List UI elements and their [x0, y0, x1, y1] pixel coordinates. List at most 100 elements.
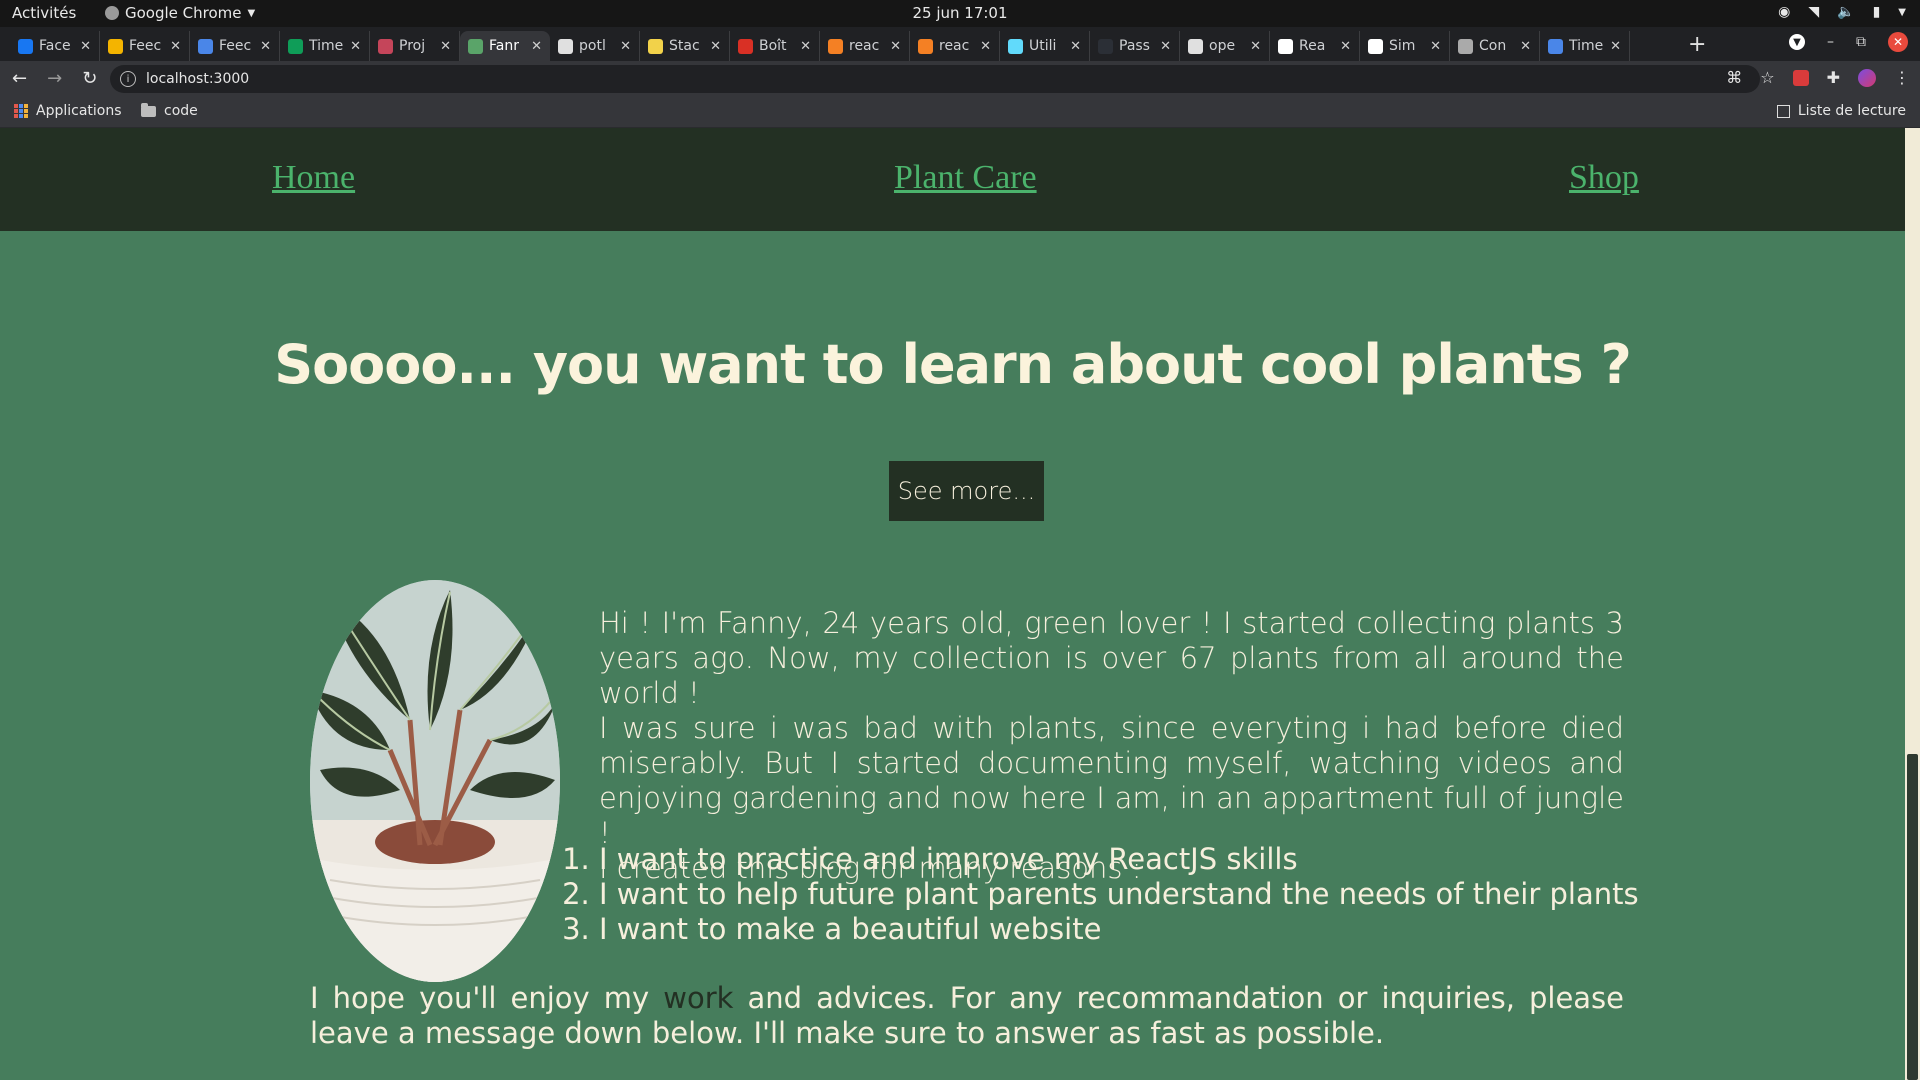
- tab-favicon-icon: [288, 38, 303, 54]
- tab-title: Stac: [669, 38, 700, 54]
- tab-active[interactable]: Fanr ✕: [460, 31, 550, 61]
- browser-tab[interactable]: Pass ✕: [1090, 31, 1180, 61]
- closing-paragraph: I hope you'll enjoy my work and advices.…: [310, 981, 1624, 1051]
- tab-close-icon[interactable]: ✕: [1610, 39, 1621, 54]
- browser-tab[interactable]: reac ✕: [820, 31, 910, 61]
- volume-icon[interactable]: 🔈: [1837, 4, 1854, 20]
- tab-close-icon[interactable]: ✕: [980, 39, 991, 54]
- translate-icon[interactable]: ⌘: [1726, 68, 1742, 87]
- tab-favicon-icon: [1278, 38, 1293, 54]
- kebab-menu-icon[interactable]: ⋮: [1894, 68, 1910, 87]
- tab-favicon-icon: [558, 38, 573, 54]
- discord-icon[interactable]: ◉: [1778, 4, 1790, 20]
- tab-title: Rea: [1299, 38, 1326, 54]
- browser-tab[interactable]: ope ✕: [1180, 31, 1270, 61]
- browser-tab[interactable]: Rea ✕: [1270, 31, 1360, 61]
- address-bar-url[interactable]: localhost:3000: [146, 71, 249, 87]
- tab-close-icon[interactable]: ✕: [170, 39, 181, 54]
- tab-favicon-icon: [198, 38, 213, 54]
- tab-close-icon[interactable]: ✕: [1340, 39, 1351, 54]
- browser-tab[interactable]: Con ✕: [1450, 31, 1540, 61]
- tab-search-icon[interactable]: ▼: [1789, 34, 1805, 50]
- site-info-icon[interactable]: i: [120, 71, 136, 87]
- tab-title: Time: [309, 38, 344, 54]
- tab-title: ope: [1209, 38, 1236, 54]
- reload-button[interactable]: ↻: [82, 68, 97, 89]
- forward-button[interactable]: →: [47, 68, 62, 89]
- browser-tab[interactable]: Sim ✕: [1360, 31, 1450, 61]
- tab-close-icon[interactable]: ✕: [620, 39, 631, 54]
- browser-tab[interactable]: Face ✕: [10, 31, 100, 61]
- bookmark-star-icon[interactable]: ☆: [1760, 68, 1774, 87]
- tab-close-icon[interactable]: ✕: [1250, 39, 1261, 54]
- minimize-button[interactable]: –: [1827, 34, 1834, 50]
- browser-tab[interactable]: Feec ✕: [190, 31, 280, 61]
- tab-close-icon[interactable]: ✕: [1430, 39, 1441, 54]
- browser-tab[interactable]: Stac ✕: [640, 31, 730, 61]
- tab-title: Fanr: [489, 38, 519, 54]
- tab-title: Pass: [1119, 38, 1150, 54]
- tab-close-icon[interactable]: ✕: [1070, 39, 1081, 54]
- browser-tab[interactable]: Utili ✕: [1000, 31, 1090, 61]
- tab-close-icon[interactable]: ✕: [710, 39, 721, 54]
- tab-title: reac: [849, 38, 880, 54]
- scrollbar-thumb[interactable]: [1907, 754, 1918, 1080]
- bookmark-folder-code[interactable]: code: [141, 102, 198, 119]
- maximize-button[interactable]: ⧉: [1856, 34, 1866, 50]
- tab-close-icon[interactable]: ✕: [440, 39, 451, 54]
- see-more-button[interactable]: See more...: [889, 461, 1044, 521]
- system-top-bar: Activités Google Chrome ▼ 25 jun 17:01 ◉…: [0, 0, 1920, 27]
- apps-grid-icon: [14, 104, 28, 118]
- tab-close-icon[interactable]: ✕: [1160, 39, 1171, 54]
- tab-close-icon[interactable]: ✕: [80, 39, 91, 54]
- new-tab-button[interactable]: +: [1688, 32, 1706, 57]
- tab-close-icon[interactable]: ✕: [350, 39, 361, 54]
- reading-list-label: Liste de lecture: [1797, 103, 1906, 119]
- battery-icon[interactable]: ▮: [1873, 4, 1881, 20]
- window-controls: ▼ – ⧉ ✕: [1789, 32, 1908, 52]
- address-bar[interactable]: i localhost:3000: [110, 65, 1760, 93]
- list-item: I want to help future plant parents unde…: [599, 877, 1639, 912]
- list-item: I want to make a beautiful website: [599, 912, 1639, 947]
- work-link[interactable]: work: [663, 981, 733, 1015]
- tab-close-icon[interactable]: ✕: [531, 39, 542, 54]
- browser-tab[interactable]: potl ✕: [550, 31, 640, 61]
- intro-paragraph: Hi ! I'm Fanny, 24 years old, green love…: [599, 606, 1624, 710]
- wifi-icon[interactable]: ◥: [1808, 4, 1819, 20]
- nav-link-plant-care[interactable]: Plant Care: [894, 159, 1037, 197]
- activities-button[interactable]: Activités: [12, 4, 76, 22]
- extension-icon[interactable]: [1792, 69, 1809, 86]
- app-menu-label: Google Chrome: [125, 4, 242, 22]
- reading-list-button[interactable]: Liste de lecture: [1776, 103, 1906, 119]
- tab-close-icon[interactable]: ✕: [260, 39, 271, 54]
- browser-tab[interactable]: reac ✕: [910, 31, 1000, 61]
- page-scrollbar[interactable]: [1905, 128, 1920, 1080]
- browser-tab[interactable]: Time ✕: [1540, 31, 1630, 61]
- tab-favicon-icon: [1458, 38, 1473, 54]
- profile-avatar[interactable]: [1858, 68, 1876, 87]
- tab-close-icon[interactable]: ✕: [1520, 39, 1531, 54]
- page-viewport: Home Plant Care Shop Soooo... you want t…: [0, 128, 1905, 1080]
- bookmark-apps[interactable]: Applications: [14, 103, 122, 119]
- app-menu[interactable]: Google Chrome ▼: [105, 4, 255, 22]
- back-button[interactable]: ←: [12, 68, 27, 89]
- tab-close-icon[interactable]: ✕: [890, 39, 901, 54]
- tab-favicon-icon: [648, 38, 663, 54]
- nav-link-shop[interactable]: Shop: [1569, 159, 1639, 197]
- browser-tab[interactable]: Time ✕: [280, 31, 370, 61]
- tab-close-icon[interactable]: ✕: [800, 39, 811, 54]
- system-tray[interactable]: ◉ ◥ 🔈 ▮ ▼: [1778, 4, 1906, 20]
- tab-title: potl: [579, 38, 606, 54]
- system-clock[interactable]: 25 jun 17:01: [912, 4, 1007, 22]
- nav-link-home[interactable]: Home: [272, 159, 355, 197]
- close-window-button[interactable]: ✕: [1888, 32, 1908, 52]
- tray-menu-icon[interactable]: ▼: [1898, 7, 1906, 18]
- tab-title: Con: [1479, 38, 1507, 54]
- tab-title: Feec: [219, 38, 252, 54]
- browser-tab[interactable]: Boît ✕: [730, 31, 820, 61]
- extensions-puzzle-icon[interactable]: ✚: [1827, 68, 1840, 87]
- tab-title: Boît: [759, 38, 787, 54]
- tab-strip: Face ✕ Feec ✕ Feec ✕ Time ✕ Proj ✕ Fanr ✕ potl ✕ Stac ✕…: [0, 27, 1920, 61]
- browser-tab[interactable]: Proj ✕: [370, 31, 460, 61]
- browser-tab[interactable]: Feec ✕: [100, 31, 190, 61]
